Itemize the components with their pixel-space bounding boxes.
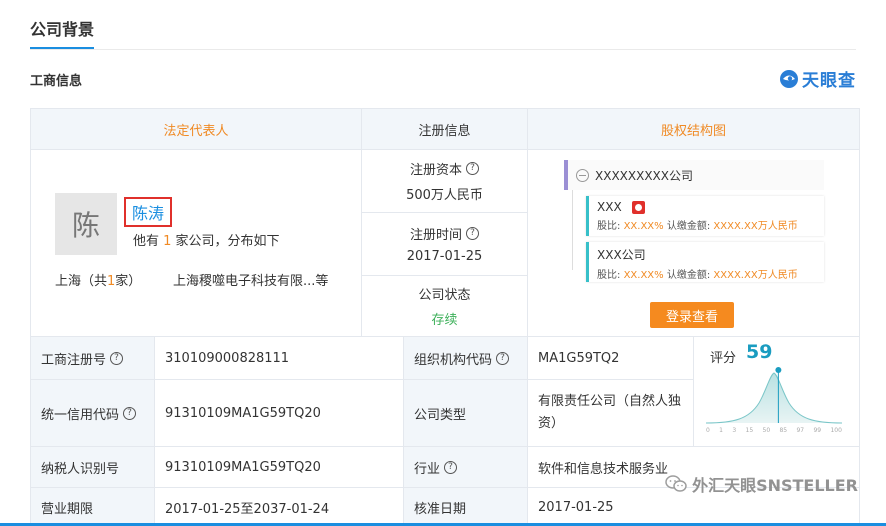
wechat-icon bbox=[665, 475, 687, 492]
label-text: 营业期限 bbox=[41, 501, 94, 517]
section-title: 工商信息 bbox=[30, 74, 83, 89]
tianyancha-eye-icon bbox=[780, 69, 798, 88]
brand-name: 天眼查 bbox=[802, 71, 856, 91]
label-text: 统一信用代码 bbox=[41, 407, 120, 423]
label-text: 纳税人识别号 bbox=[41, 461, 120, 477]
header-equity: 股权结构图 bbox=[528, 109, 860, 150]
value-org-code: MA1G59TQ2 bbox=[528, 337, 694, 380]
label-text: 工商注册号 bbox=[41, 352, 107, 368]
score-tick: 1 bbox=[719, 427, 723, 434]
score-tick: 15 bbox=[745, 427, 754, 434]
legal-rep-name-link[interactable]: 陈涛 bbox=[124, 197, 173, 227]
score-tick: 3 bbox=[732, 427, 737, 434]
score-tick: 0 bbox=[706, 427, 710, 434]
score-tick: 99 bbox=[813, 427, 822, 434]
reg-status-cell: 公司状态 存续 bbox=[362, 276, 528, 337]
score-tick: 97 bbox=[796, 427, 805, 434]
capital-value: 500万人民币 bbox=[406, 188, 483, 203]
tree-connector bbox=[572, 190, 573, 270]
child2-name: XXX公司 bbox=[597, 248, 646, 262]
share-label: 股比: bbox=[597, 221, 621, 232]
subscribe-value: XXXX.XX万人民币 bbox=[713, 221, 798, 232]
login-view-button[interactable]: 登录查看 bbox=[650, 302, 734, 328]
wechat-watermark: 外汇天眼SNSTELLER bbox=[665, 472, 858, 496]
label-approval-date: 核准日期 bbox=[404, 488, 528, 526]
tab-divider bbox=[30, 49, 856, 50]
share-value: XX.XX% bbox=[623, 270, 664, 281]
label-reg-number: 工商注册号? bbox=[31, 337, 155, 380]
help-icon[interactable]: ? bbox=[123, 406, 137, 420]
subscribe-label: 认缴金额: bbox=[666, 270, 711, 281]
equity-child-node[interactable]: XXX 股比: XX.XX% 认缴金额: XXXX.XX万人民币 bbox=[586, 196, 824, 236]
equity-root-node[interactable]: XXXXXXXXX公司 bbox=[564, 160, 824, 190]
subscribe-value: XXXX.XX万人民币 bbox=[713, 270, 798, 281]
help-icon[interactable]: ? bbox=[444, 460, 458, 474]
score-panel[interactable]: 评分 59 0 1 3 15 50 85 97 99 100 bbox=[694, 337, 860, 447]
value-business-term: 2017-01-25至2037-01-24 bbox=[155, 488, 404, 526]
label-text: 公司类型 bbox=[414, 407, 467, 423]
label-text: 核准日期 bbox=[414, 501, 467, 517]
equity-root-name: XXXXXXXXX公司 bbox=[595, 168, 693, 183]
legal-rep-desc: 他有 1 家公司，分布如下 bbox=[133, 230, 280, 249]
legal-rep-panel: 陈 陈涛 他有 1 家公司，分布如下 上海（共1家） 上海稷噬电子科技有限...… bbox=[31, 150, 362, 337]
share-label: 股比: bbox=[597, 270, 621, 281]
value-company-type: 有限责任公司（自然人独资） bbox=[528, 380, 694, 447]
value-taxpayer-id: 91310109MA1G59TQ20 bbox=[155, 447, 404, 488]
subscribe-label: 认缴金额: bbox=[666, 221, 711, 232]
label-text: 组织机构代码 bbox=[414, 352, 493, 368]
time-value: 2017-01-25 bbox=[406, 249, 483, 264]
label-credit-code: 统一信用代码? bbox=[31, 380, 155, 447]
watermark-text: 外汇天眼SNSTELLER bbox=[692, 476, 858, 495]
loc-suffix: 家） bbox=[115, 274, 142, 289]
loc-prefix: 上海（共 bbox=[55, 274, 108, 289]
value-credit-code: 91310109MA1G59TQ20 bbox=[155, 380, 404, 447]
child1-name: XXX bbox=[597, 200, 622, 214]
business-info-table: 法定代表人 注册信息 股权结构图 陈 陈涛 他有 1 家公司，分布如下 上海（共… bbox=[30, 108, 860, 526]
score-ticks: 0 1 3 15 50 85 97 99 100 bbox=[706, 427, 842, 434]
status-label: 公司状态 bbox=[418, 288, 471, 303]
tab-label: 公司背景 bbox=[30, 20, 95, 39]
label-company-type: 公司类型 bbox=[404, 380, 528, 447]
header-registration: 注册信息 bbox=[362, 109, 528, 150]
capital-label: 注册资本 bbox=[409, 163, 462, 178]
share-value: XX.XX% bbox=[623, 221, 664, 232]
help-icon[interactable]: ? bbox=[110, 351, 124, 365]
avatar: 陈 bbox=[55, 193, 117, 255]
equity-panel: XXXXXXXXX公司 XXX 股比: XX.XX% 认缴金额: XXXX.XX… bbox=[528, 150, 860, 337]
score-tick: 85 bbox=[779, 427, 788, 434]
equity-child-node[interactable]: XXX公司 股比: XX.XX% 认缴金额: XXXX.XX万人民币 bbox=[586, 242, 824, 282]
legal-rep-location[interactable]: 上海（共1家） bbox=[55, 270, 141, 289]
value-reg-number: 310109000828111 bbox=[155, 337, 404, 380]
tab-company-background[interactable]: 公司背景 bbox=[30, 14, 94, 50]
score-tick: 100 bbox=[830, 427, 842, 434]
label-org-code: 组织机构代码? bbox=[404, 337, 528, 380]
reg-capital-cell: 注册资本? 500万人民币 bbox=[362, 150, 528, 213]
label-industry: 行业? bbox=[404, 447, 528, 488]
brand-logo[interactable]: 天眼查 bbox=[779, 66, 856, 91]
label-business-term: 营业期限 bbox=[31, 488, 155, 526]
help-icon[interactable]: ? bbox=[496, 351, 510, 365]
help-icon[interactable]: ? bbox=[466, 227, 479, 240]
score-tick: 50 bbox=[762, 427, 771, 434]
time-label: 注册时间 bbox=[409, 228, 462, 243]
score-value: 59 bbox=[746, 341, 773, 363]
desc-prefix: 他有 bbox=[133, 234, 164, 249]
desc-suffix: 家公司，分布如下 bbox=[171, 234, 280, 249]
score-distribution-curve bbox=[705, 367, 843, 424]
collapse-icon[interactable] bbox=[576, 168, 589, 182]
status-value: 存续 bbox=[431, 313, 458, 328]
label-taxpayer-id: 纳税人识别号 bbox=[31, 447, 155, 488]
reg-time-cell: 注册时间? 2017-01-25 bbox=[362, 213, 528, 276]
legal-rep-companies[interactable]: 上海稷噬电子科技有限...等 bbox=[173, 270, 328, 289]
person-badge-icon bbox=[631, 200, 645, 214]
label-text: 行业 bbox=[414, 461, 441, 477]
help-icon[interactable]: ? bbox=[466, 162, 479, 175]
header-legal-rep: 法定代表人 bbox=[31, 109, 362, 150]
